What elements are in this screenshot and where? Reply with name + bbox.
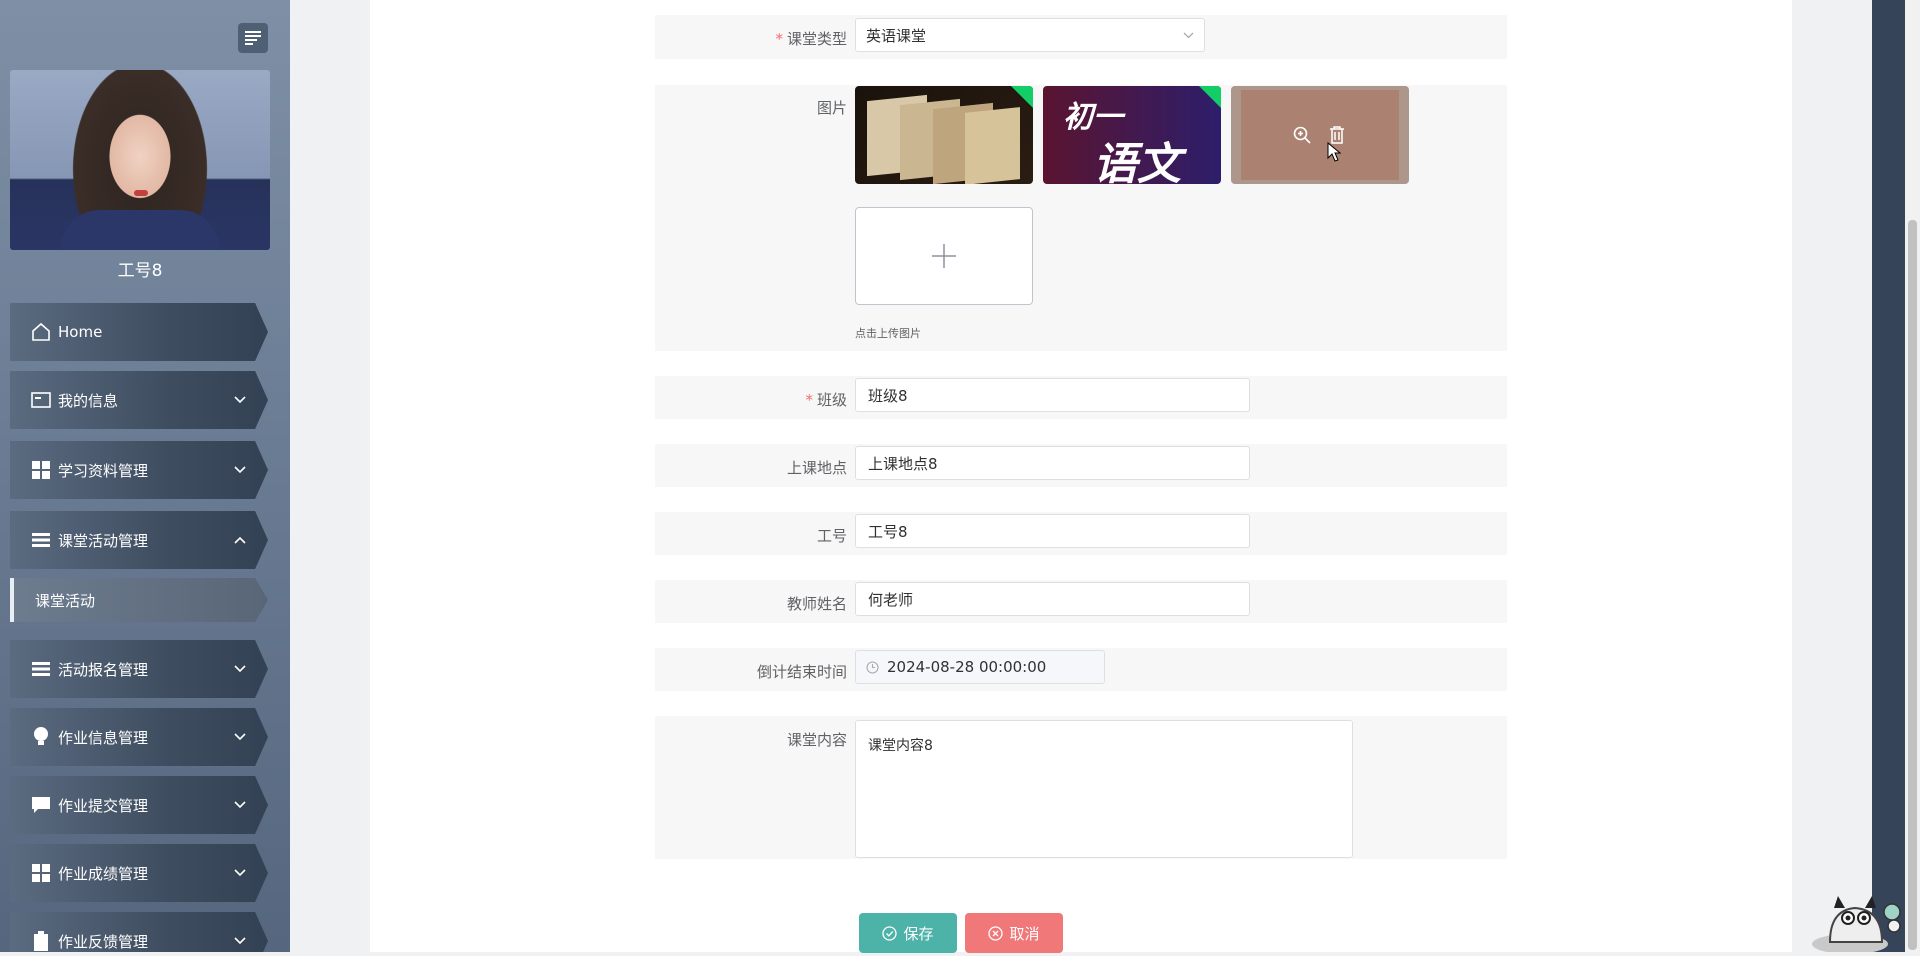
sidebar: 工号8 Home 我的信息 学习资料管理 课堂活动管理 课堂活动 活动报名管理 … (0, 0, 290, 952)
form-row-countdown-end: 倒计结束时间 2024-08-28 00:00:00 (655, 648, 1507, 691)
images-label: 图片 (816, 99, 847, 117)
class-type-label: 课堂类型 (786, 30, 847, 48)
menu-label: 作业反馈管理 (58, 932, 149, 951)
close-circle-icon (988, 925, 1004, 941)
submenu-item-class-activity[interactable]: 课堂活动 (10, 578, 268, 622)
scrollbar-thumb[interactable] (1908, 220, 1917, 950)
content-label: 课堂内容 (786, 731, 847, 749)
collapse-menu-button[interactable] (238, 23, 268, 53)
user-name: 工号8 (117, 261, 163, 281)
menu-item-homework-info[interactable]: 作业信息管理 (10, 708, 268, 766)
right-decor-strip (1872, 0, 1905, 952)
home-icon (30, 321, 52, 343)
chevron-down-icon (234, 396, 246, 404)
menu-label: 作业提交管理 (58, 796, 149, 815)
class-type-value: 英语课堂 (866, 26, 927, 45)
teacher-name-label: 教师姓名 (786, 595, 847, 613)
collapse-icon (245, 31, 261, 45)
form-row-class-group: * 班级 班级8 (655, 376, 1507, 419)
menu-item-my-info[interactable]: 我的信息 (10, 371, 268, 429)
employee-id-input[interactable]: 工号8 (855, 514, 1250, 548)
grid-icon (30, 459, 52, 481)
menu-item-class-activity-mgmt[interactable]: 课堂活动管理 (10, 511, 268, 569)
plus-icon (932, 244, 956, 268)
submenu-label: 课堂活动 (35, 591, 96, 610)
list-icon (30, 529, 52, 551)
countdown-end-date-picker[interactable]: 2024-08-28 00:00:00 (855, 650, 1105, 684)
menu-item-study-materials[interactable]: 学习资料管理 (10, 441, 268, 499)
grid-icon (30, 862, 52, 884)
list-icon (30, 658, 52, 680)
check-circle-icon (882, 925, 898, 941)
id-card-icon (30, 389, 52, 411)
cancel-button[interactable]: 取消 (965, 913, 1063, 953)
form-row-teacher-name: 教师姓名 何老师 (655, 580, 1507, 623)
chevron-up-icon (234, 536, 246, 544)
chevron-down-icon (234, 466, 246, 474)
chevron-down-icon (234, 801, 246, 809)
class-group-label: 班级 (816, 391, 847, 409)
chevron-down-icon (1183, 32, 1194, 39)
image-thumb-1[interactable] (855, 86, 1033, 184)
menu-label: 活动报名管理 (58, 660, 149, 679)
avatar (10, 70, 270, 250)
thumb2-line2: 语文 (1093, 139, 1181, 184)
clipboard-icon (30, 930, 52, 952)
employee-id-label: 工号 (816, 527, 847, 545)
zoom-in-icon[interactable] (1293, 126, 1311, 144)
teacher-name-input[interactable]: 何老师 (855, 582, 1250, 616)
chevron-down-icon (234, 869, 246, 877)
countdown-end-label: 倒计结束时间 (756, 663, 847, 681)
menu-item-homework-feedback[interactable]: 作业反馈管理 (10, 912, 268, 952)
clock-icon (866, 660, 879, 674)
form-row-location: 上课地点 上课地点8 (655, 444, 1507, 487)
menu-label: 课堂活动管理 (58, 531, 149, 550)
menu-item-activity-signup[interactable]: 活动报名管理 (10, 640, 268, 698)
save-button[interactable]: 保存 (859, 913, 957, 953)
menu-label: 学习资料管理 (58, 461, 149, 480)
image-thumb-2[interactable]: 初一 语文 (1043, 86, 1221, 184)
form-row-employee-id: 工号 工号8 (655, 512, 1507, 555)
image-thumb-3[interactable] (1231, 86, 1409, 184)
form-row-class-type: * 课堂类型 英语课堂 (655, 15, 1507, 59)
chevron-down-icon (234, 733, 246, 741)
menu-label: 作业信息管理 (58, 728, 149, 747)
location-label: 上课地点 (786, 459, 847, 477)
class-type-select[interactable]: 英语课堂 (855, 18, 1205, 52)
chevron-down-icon (234, 937, 246, 945)
cursor-icon (1327, 142, 1341, 162)
menu-label: 我的信息 (58, 391, 119, 410)
form-row-content: 课堂内容 课堂内容8 (655, 716, 1507, 859)
upload-hint: 点击上传图片 (855, 327, 921, 340)
menu-label: 作业成绩管理 (58, 864, 149, 883)
chat-icon (30, 794, 52, 816)
form-row-images: 图片 初一 语文 点击上传图片 (655, 85, 1507, 351)
chevron-down-icon (234, 665, 246, 673)
menu-item-homework-submit[interactable]: 作业提交管理 (10, 776, 268, 834)
location-input[interactable]: 上课地点8 (855, 446, 1250, 480)
menu-item-homework-grades[interactable]: 作业成绩管理 (10, 844, 268, 902)
menu-item-home[interactable]: Home (10, 303, 268, 361)
upload-image-button[interactable] (855, 207, 1033, 305)
content-textarea[interactable]: 课堂内容8 (855, 720, 1353, 858)
scrollbar[interactable] (1905, 0, 1920, 952)
bulb-icon (30, 726, 52, 748)
class-group-input[interactable]: 班级8 (855, 378, 1250, 412)
menu-label: Home (58, 323, 103, 341)
mascot-icon[interactable] (1810, 880, 1905, 954)
